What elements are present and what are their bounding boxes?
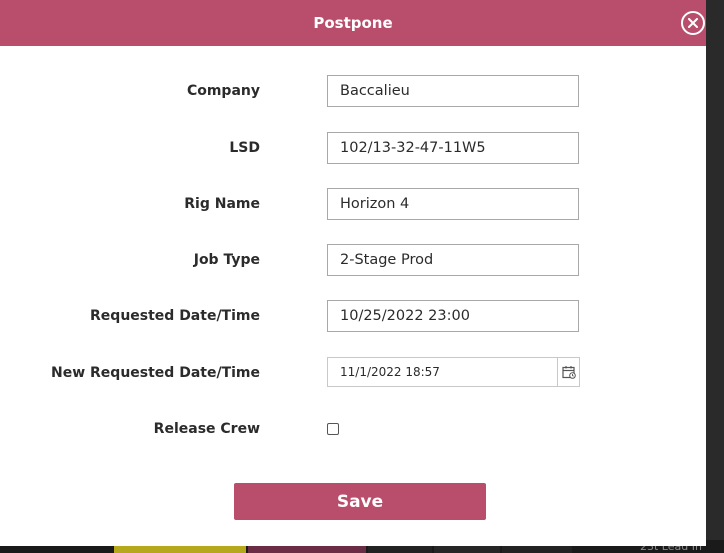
lsd-input[interactable] [327,132,579,164]
background-panel [706,0,724,553]
save-button[interactable]: Save [234,483,486,520]
rig-name-input[interactable] [327,188,579,220]
release-crew-checkbox[interactable] [327,423,339,435]
new-requested-datetime-picker [327,357,580,387]
rig-name-label: Rig Name [184,196,260,212]
close-button[interactable] [681,11,705,35]
new-requested-datetime-label: New Requested Date/Time [51,365,260,381]
requested-datetime-label: Requested Date/Time [90,308,260,324]
company-label: Company [186,83,260,99]
dialog-header: Postpone [0,0,706,46]
calendar-icon [561,366,576,379]
lsd-label: LSD [229,140,260,156]
release-crew-label: Release Crew [153,421,260,437]
company-input[interactable] [327,75,579,107]
close-icon [688,18,698,28]
job-type-label: Job Type [193,252,260,268]
postpone-dialog: Postpone Company LSD Rig Name Job Type R… [0,0,706,546]
calendar-button[interactable] [557,358,579,386]
dialog-title: Postpone [313,14,393,32]
job-type-input[interactable] [327,244,579,276]
new-requested-datetime-input[interactable] [328,358,558,386]
requested-datetime-input[interactable] [327,300,579,332]
